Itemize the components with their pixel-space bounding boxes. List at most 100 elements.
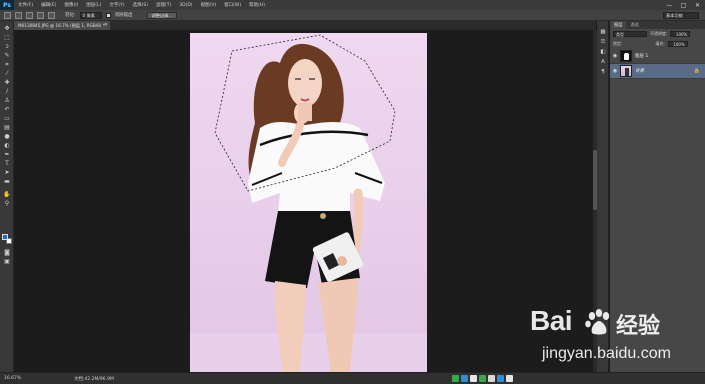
tray-app-icon[interactable]: [479, 374, 486, 382]
marquee-icon[interactable]: ⬚: [3, 34, 11, 41]
toolbox: ✥ ⬚ ↄ ✎ ⌗ ⁄ ✚ ∕ ♙ ↶ ▭ ▤ ● ◐ ✒ T ➤ ▬ ✋ ⚲ …: [0, 21, 14, 373]
fill-label: 填充:: [655, 41, 665, 46]
menu-layer[interactable]: 图层(L): [82, 2, 105, 8]
adjustments-icon[interactable]: ◧: [599, 49, 607, 56]
tab-layers[interactable]: 图层: [610, 21, 627, 29]
foreground-color-swatch[interactable]: [2, 234, 8, 240]
window-controls: — □ ✕: [664, 1, 703, 9]
refine-edge-button[interactable]: 调整边缘...: [146, 11, 178, 19]
eraser-icon[interactable]: ▭: [3, 115, 11, 122]
opacity-label: 不透明度:: [650, 31, 668, 36]
layer-name: 背景: [635, 69, 644, 74]
path-select-icon[interactable]: ➤: [3, 169, 11, 176]
visibility-eye-icon[interactable]: ◉: [610, 68, 620, 74]
photoshop-logo: Ps: [0, 0, 14, 10]
quick-mask-icon[interactable]: ◙: [3, 249, 11, 256]
history-brush-icon[interactable]: ↶: [3, 106, 11, 113]
blur-icon[interactable]: ●: [3, 133, 11, 140]
brush-icon[interactable]: ∕: [3, 88, 11, 95]
tab-channels[interactable]: 通道: [626, 21, 642, 29]
kind-filter-select[interactable]: 类型: [613, 31, 647, 37]
intersect-selection-icon[interactable]: [48, 11, 55, 19]
lasso-icon[interactable]: ↄ: [3, 43, 11, 50]
document-tab-title: M0130845.JPG @ 16.7% (图层 1, RGB/8) *: [18, 23, 105, 28]
screen-mode-icon[interactable]: ▣: [3, 258, 11, 265]
menu-select[interactable]: 选择(S): [129, 2, 152, 8]
fill-field[interactable]: 100%: [667, 41, 688, 47]
document-tab-bar: M0130845.JPG @ 16.7% (图层 1, RGB/8) * ×: [14, 21, 596, 30]
color-swatches: [2, 234, 12, 244]
tray-app-icon[interactable]: [470, 374, 477, 382]
opacity-field[interactable]: 100%: [670, 31, 691, 37]
hand-icon[interactable]: ✋: [3, 191, 11, 198]
baidu-paw-logo: [585, 309, 610, 335]
gradient-icon[interactable]: ▤: [3, 124, 11, 131]
layer-filter-row: 类型 不透明度: 100%: [610, 29, 705, 39]
tray-icons: [452, 373, 513, 383]
lock-row: 锁定: 填充: 100%: [610, 39, 705, 49]
lock-icon: 🔒: [693, 68, 700, 74]
baidu-watermark: Bai 经验 jingyan.baidu.com: [530, 305, 671, 370]
tray-app-icon[interactable]: [497, 374, 504, 382]
feather-input[interactable]: 0 像素: [79, 11, 102, 19]
antialias-checkbox[interactable]: [105, 12, 111, 18]
antialias-label: 消除锯齿: [114, 13, 133, 18]
tray-app-icon[interactable]: [488, 374, 495, 382]
tray-app-icon[interactable]: [452, 374, 459, 382]
lasso-tool-preset-icon[interactable]: [4, 11, 11, 19]
watermark-url: jingyan.baidu.com: [542, 345, 671, 362]
menu-help[interactable]: 帮助(H): [245, 2, 269, 8]
layer-thumbnail: [620, 65, 632, 77]
menu-view[interactable]: 视图(V): [197, 2, 221, 8]
history-icon[interactable]: ▦: [599, 29, 607, 36]
document-tab[interactable]: M0130845.JPG @ 16.7% (图层 1, RGB/8) * ×: [14, 21, 110, 30]
subtract-selection-icon[interactable]: [37, 11, 44, 19]
workspace-select[interactable]: 基本功能: [663, 12, 699, 19]
layer-row[interactable]: ◉ 图层 1: [610, 49, 705, 64]
watermark-brand-suffix: 经验: [616, 314, 661, 339]
maximize-button[interactable]: □: [678, 1, 689, 9]
watermark-brand: Bai: [530, 305, 573, 336]
options-bar: 羽化: 0 像素 消除锯齿 调整边缘...: [0, 10, 705, 21]
menu-window[interactable]: 窗口(W): [220, 2, 245, 8]
close-button[interactable]: ✕: [692, 1, 703, 9]
new-selection-icon[interactable]: [15, 11, 22, 19]
panel-tabs: 图层 通道: [610, 21, 705, 29]
pen-icon[interactable]: ✒: [3, 151, 11, 158]
dodge-icon[interactable]: ◐: [3, 142, 11, 149]
move-icon[interactable]: ✥: [3, 25, 11, 32]
healing-icon[interactable]: ✚: [3, 79, 11, 86]
layer-name: 图层 1: [635, 54, 649, 59]
shape-icon[interactable]: ▬: [3, 178, 11, 185]
add-selection-icon[interactable]: [26, 11, 33, 19]
menu-file[interactable]: 文件(F): [14, 2, 37, 8]
quick-select-icon[interactable]: ✎: [3, 52, 11, 59]
properties-icon[interactable]: ☰: [599, 39, 607, 46]
type-icon[interactable]: T: [3, 160, 11, 167]
layer-row-selected[interactable]: ◉ 背景 🔒: [610, 64, 705, 79]
model-photo: [190, 33, 427, 373]
tray-app-icon[interactable]: [506, 374, 513, 382]
menu-edit[interactable]: 编辑(E): [37, 2, 60, 8]
lock-label: 锁定:: [613, 41, 623, 46]
zoom-level[interactable]: 16.67%: [4, 376, 24, 381]
document-size: 文档:42.2M/96.9M: [74, 376, 114, 382]
menu-bar: Ps 文件(F) 编辑(E) 图像(I) 图层(L) 文字(Y) 选择(S) 滤…: [0, 0, 705, 10]
menu-filter[interactable]: 滤镜(T): [152, 2, 175, 8]
paragraph-icon[interactable]: ¶: [599, 69, 607, 76]
menu-3d[interactable]: 3D(D): [175, 3, 196, 8]
character-icon[interactable]: A: [599, 59, 607, 66]
menu-image[interactable]: 图像(I): [60, 2, 82, 8]
layer-thumbnail: [620, 50, 632, 62]
document-canvas-image[interactable]: [190, 33, 427, 373]
tray-app-icon[interactable]: [461, 374, 468, 382]
visibility-eye-icon[interactable]: ◉: [610, 53, 620, 59]
eyedropper-icon[interactable]: ⁄: [3, 70, 11, 77]
tab-close-icon[interactable]: ×: [104, 21, 108, 30]
feather-label: 羽化:: [65, 13, 76, 18]
menu-type[interactable]: 文字(Y): [105, 2, 128, 8]
zoom-icon[interactable]: ⚲: [3, 200, 11, 207]
minimize-button[interactable]: —: [664, 1, 675, 9]
clone-stamp-icon[interactable]: ♙: [3, 97, 11, 104]
crop-icon[interactable]: ⌗: [3, 61, 11, 68]
